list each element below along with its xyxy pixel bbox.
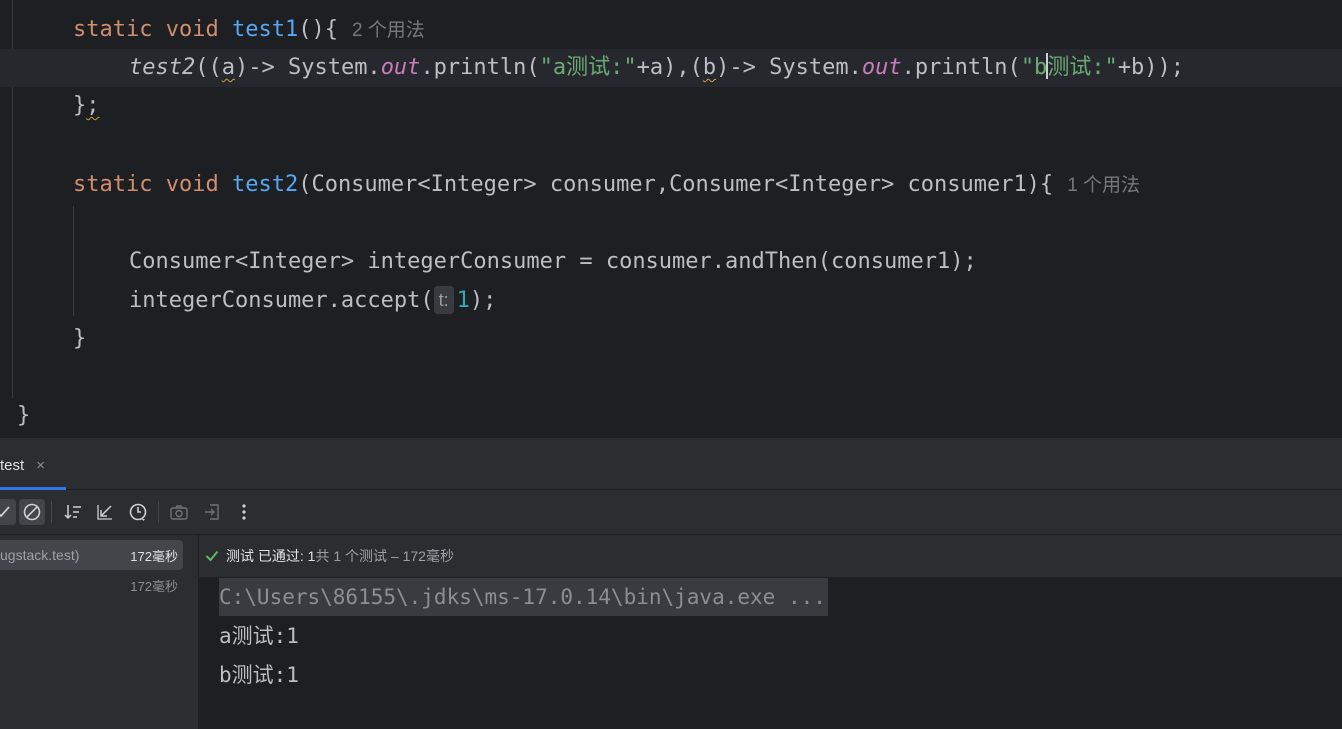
check-icon (205, 549, 219, 563)
usage-hint[interactable]: 1 个用法 (1067, 175, 1140, 196)
keyword-void: void (165, 172, 219, 197)
tree-item-test-method[interactable]: 172毫秒 (0, 570, 183, 600)
console-output-line: a测试:1 (219, 624, 299, 648)
test-duration: 172毫秒 (130, 578, 178, 594)
more-options-button[interactable] (231, 499, 257, 525)
lambda-param-b: b (702, 55, 717, 80)
string-literal: 测试:" (1047, 55, 1118, 80)
tests-summary-text: 共 1 个测试 – 172毫秒 (315, 548, 454, 564)
code-text: ( (689, 55, 703, 80)
string-literal: "a测试:" (539, 55, 637, 80)
field-out: out (380, 55, 421, 80)
keyword-static: static (73, 17, 153, 42)
run-toolbar (0, 490, 1342, 535)
collapse-icon (97, 505, 112, 520)
punctuation: (){ (298, 17, 338, 42)
show-ignored-toggle[interactable] (19, 499, 45, 525)
code-line-accept[interactable]: integerConsumer.accept(t: 1); (0, 282, 1342, 320)
show-passed-toggle[interactable] (0, 499, 16, 525)
code-text: +a) (636, 55, 677, 80)
code-line-test2-decl[interactable]: static void test2(Consumer<Integer> cons… (0, 166, 1342, 204)
code-line-close-brace[interactable]: }; (0, 87, 1342, 125)
semicolon: ; (86, 93, 100, 118)
camera-icon (170, 505, 188, 520)
tree-item-label: ugstack.test) (0, 547, 80, 563)
code-text: integerConsumer.accept( (129, 288, 434, 313)
code-line-class-close[interactable]: } (0, 397, 1342, 435)
code-text: .println( (901, 55, 1021, 80)
test-duration: 172毫秒 (130, 548, 178, 564)
comma: , (676, 55, 690, 80)
export-icon (205, 504, 219, 520)
usage-hint[interactable]: 2 个用法 (352, 20, 425, 41)
method-name-test1[interactable]: test1 (232, 17, 298, 42)
console-output[interactable]: 测试 已通过: 1共 1 个测试 – 172毫秒 C:\Users\86155\… (199, 535, 1342, 729)
tool-window-tabbar: test × (0, 438, 1342, 490)
field-out: out (861, 55, 902, 80)
history-button[interactable] (125, 499, 151, 525)
code-line-close-brace[interactable]: } (0, 320, 1342, 358)
code-text: +b)); (1117, 55, 1185, 80)
punctuation: (( (195, 55, 222, 80)
close-brace: } (73, 93, 87, 118)
code-text: ); (469, 288, 497, 313)
clock-icon (129, 503, 147, 521)
code-text: Consumer<Integer> integerConsumer = cons… (129, 249, 977, 274)
string-literal: "b (1020, 55, 1048, 80)
method-name-test2[interactable]: test2 (232, 172, 298, 197)
method-call-test2[interactable]: test2 (129, 55, 195, 80)
lambda-param-a: a (221, 55, 235, 80)
code-editor[interactable]: static void test1(){2 个用法 test2((a)-> Sy… (0, 0, 1342, 437)
test-results-tree[interactable]: ugstack.test) 172毫秒 172毫秒 (0, 535, 199, 729)
code-line-test1-decl[interactable]: static void test1(){ 2 个用法 (0, 11, 1342, 49)
close-brace: } (73, 326, 87, 351)
ignored-icon (23, 503, 41, 521)
number-literal: 1 (456, 288, 470, 313)
code-line-consumer[interactable]: Consumer<Integer> integerConsumer = cons… (0, 243, 1342, 281)
import-tests-button[interactable] (92, 499, 118, 525)
tests-passed-text: 测试 已通过: 1 (226, 548, 316, 564)
sort-button[interactable] (60, 499, 86, 525)
toolbar-separator (158, 501, 159, 523)
console-command-line[interactable]: C:\Users\86155\.jdks\ms-17.0.14\bin\java… (219, 578, 828, 616)
export-button[interactable] (199, 499, 225, 525)
checkmark-icon (0, 506, 10, 518)
console-output-line: b测试:1 (219, 663, 299, 687)
tab-label: test (0, 456, 25, 474)
keyword-static: static (73, 172, 153, 197)
run-tool-window: test × ugstack.test) 172毫秒 172毫秒 测试 已通过:… (0, 437, 1342, 729)
close-brace: } (17, 403, 31, 428)
screenshot-button[interactable] (166, 499, 192, 525)
code-text: )-> System. (234, 55, 381, 80)
more-vertical-icon (242, 504, 246, 520)
code-line-test2-call[interactable]: test2((a)-> System.out.println("a测试:"+a)… (0, 49, 1342, 87)
tree-item-test-class[interactable]: ugstack.test) 172毫秒 (0, 540, 183, 570)
toolbar-separator (51, 501, 52, 523)
tab-test[interactable]: test × (0, 450, 59, 480)
close-icon[interactable]: × (36, 457, 45, 474)
keyword-void: void (165, 17, 219, 42)
parameter-list: (Consumer<Integer> consumer,Consumer<Int… (298, 172, 1054, 197)
test-status-bar: 测试 已通过: 1共 1 个测试 – 172毫秒 (199, 535, 1342, 577)
code-text: )-> System. (716, 55, 862, 80)
parameter-name-hint: t: (433, 286, 454, 314)
sort-icon (64, 505, 81, 520)
code-text: .println( (420, 55, 540, 80)
